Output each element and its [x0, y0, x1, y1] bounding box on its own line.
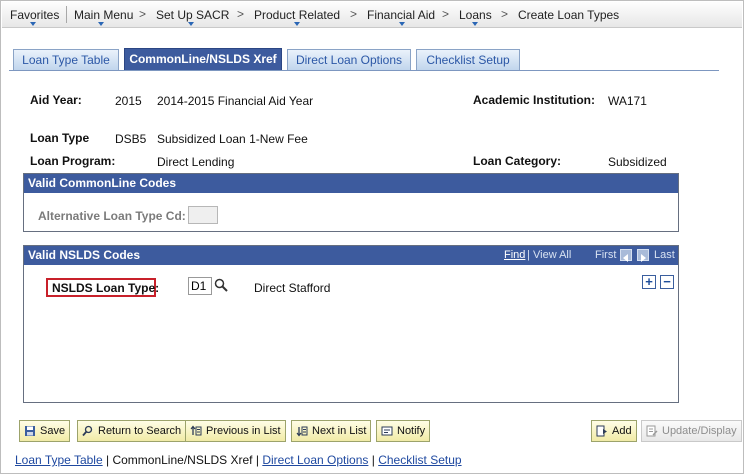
return-to-search-button[interactable]: Return to Search	[77, 420, 187, 442]
save-button[interactable]: Save	[19, 420, 71, 442]
bottom-page-links: Loan Type Table | CommonLine/NSLDS Xref …	[15, 453, 462, 467]
alt-loan-type-field	[188, 206, 218, 224]
alt-loan-type-label: Alternative Loan Type Cd:	[38, 209, 186, 223]
link-checklist-setup[interactable]: Checklist Setup	[378, 453, 461, 467]
aid-year-description: 2014-2015 Financial Aid Year	[157, 94, 314, 108]
tab-underline	[9, 70, 719, 71]
loan-program-label: Loan Program:	[30, 154, 116, 168]
academic-institution-label: Academic Institution:	[473, 93, 596, 107]
commonline-header: Valid CommonLine Codes	[24, 174, 678, 193]
breadcrumb-menu-bar: Favorites Main Menu > Set Up SACR > Prod…	[2, 2, 742, 28]
chevron-right-icon: >	[350, 7, 358, 21]
loan-type-code: DSB5	[115, 132, 147, 146]
menu-favorites[interactable]: Favorites	[10, 8, 59, 22]
menu-loans[interactable]: Loans	[459, 8, 492, 22]
dropdown-arrow-icon	[30, 22, 36, 26]
link-separator: |	[255, 453, 259, 467]
loan-category-value: Subsidized	[608, 155, 667, 169]
nslds-loan-type-input[interactable]: D1	[188, 277, 212, 295]
commonline-header-text: Valid CommonLine Codes	[28, 176, 177, 190]
add-icon	[596, 425, 608, 437]
nslds-header-text: Valid NSLDS Codes	[28, 248, 141, 262]
commonline-group: Valid CommonLine Codes Alternative Loan …	[23, 173, 679, 232]
loan-type-label: Loan Type	[30, 131, 90, 145]
chevron-right-icon: >	[139, 7, 147, 21]
tab-direct-loan-options[interactable]: Direct Loan Options	[287, 49, 411, 71]
nslds-loan-type-description: Direct Stafford	[254, 281, 331, 295]
nslds-group: Valid NSLDS Codes Find | View All First …	[23, 245, 679, 403]
save-button-label: Save	[40, 425, 66, 437]
menu-separator	[66, 6, 67, 23]
dropdown-arrow-icon	[399, 22, 405, 26]
chevron-right-icon: >	[237, 7, 245, 21]
magnifier-icon[interactable]	[214, 278, 228, 292]
menu-main-menu[interactable]: Main Menu	[74, 8, 133, 22]
link-direct-loan-options[interactable]: Direct Loan Options	[262, 453, 368, 467]
link-loan-type-table[interactable]: Loan Type Table	[15, 453, 103, 467]
add-label: Add	[612, 425, 632, 437]
menu-create-loan-types[interactable]: Create Loan Types	[518, 8, 619, 22]
add-button[interactable]: Add	[591, 420, 637, 442]
loan-program-value: Direct Lending	[157, 155, 235, 169]
chevron-right-icon: >	[501, 7, 509, 21]
add-row-icon[interactable]: +	[642, 275, 656, 289]
delete-row-icon[interactable]: −	[660, 275, 674, 289]
previous-in-list-button[interactable]: Previous in List	[185, 420, 286, 442]
tab-loan-type-table[interactable]: Loan Type Table	[13, 49, 119, 71]
first-label: First	[595, 249, 617, 261]
find-link[interactable]: Find	[504, 246, 525, 265]
nslds-header: Valid NSLDS Codes Find | View All First …	[24, 246, 678, 265]
next-in-list-button[interactable]: Next in List	[291, 420, 372, 442]
dropdown-arrow-icon	[98, 22, 104, 26]
notify-icon	[381, 425, 393, 437]
left-arrow-icon[interactable]	[620, 249, 632, 262]
next-list-icon	[296, 425, 308, 437]
academic-institution-value: WA171	[608, 94, 647, 108]
dropdown-arrow-icon	[188, 22, 194, 26]
dropdown-arrow-icon	[294, 22, 300, 26]
update-display-button[interactable]: Update/Display	[641, 420, 742, 442]
page-toolbar: Save Return to Search Previous in List N…	[11, 418, 742, 446]
page: Favorites Main Menu > Set Up SACR > Prod…	[0, 0, 744, 474]
loan-category-label: Loan Category:	[473, 154, 562, 168]
search-icon	[82, 425, 94, 437]
chevron-right-icon: >	[442, 7, 450, 21]
update-display-label: Update/Display	[662, 425, 737, 437]
last-label: Last	[654, 249, 675, 261]
menu-set-up-sacr[interactable]: Set Up SACR	[156, 8, 229, 22]
view-all-link[interactable]: View All	[533, 246, 571, 265]
nav-separator: |	[527, 249, 530, 261]
update-icon	[646, 425, 658, 437]
right-arrow-icon[interactable]	[637, 249, 649, 262]
notify-button[interactable]: Notify	[376, 420, 431, 442]
nslds-loan-type-label: NSLDS Loan Type:	[52, 281, 160, 295]
link-separator: |	[371, 453, 375, 467]
tab-checklist-setup[interactable]: Checklist Setup	[416, 49, 520, 71]
previous-in-list-label: Previous in List	[206, 425, 281, 437]
tab-commonline-nslds-xref[interactable]: CommonLine/NSLDS Xref	[124, 48, 282, 71]
next-in-list-label: Next in List	[312, 425, 367, 437]
return-to-search-label: Return to Search	[98, 425, 182, 437]
link-commonline-nslds-xref: CommonLine/NSLDS Xref	[112, 453, 253, 467]
aid-year-label: Aid Year:	[30, 93, 82, 107]
loan-type-description: Subsidized Loan 1-New Fee	[157, 132, 308, 146]
notify-label: Notify	[397, 425, 426, 437]
aid-year-value: 2015	[115, 94, 142, 108]
menu-financial-aid[interactable]: Financial Aid	[367, 8, 435, 22]
menu-product-related[interactable]: Product Related	[254, 8, 340, 22]
save-icon	[24, 425, 36, 437]
link-separator: |	[105, 453, 110, 467]
dropdown-arrow-icon	[472, 22, 478, 26]
previous-list-icon	[190, 425, 202, 437]
